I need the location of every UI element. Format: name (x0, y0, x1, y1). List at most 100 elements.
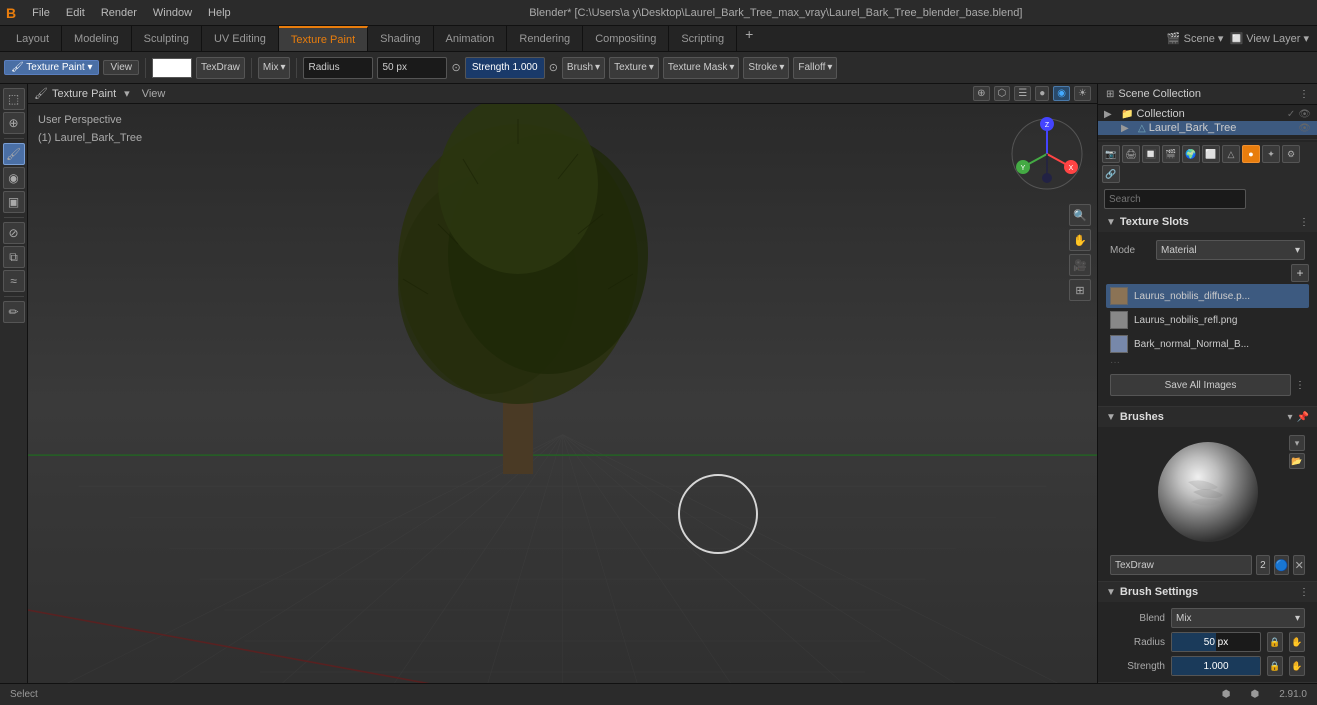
brush-dropdown[interactable]: Brush ▾ (562, 57, 605, 79)
strength-pressure-btn[interactable]: ✋ (1289, 656, 1305, 676)
tab-shading[interactable]: Shading (368, 26, 433, 51)
strength-icon[interactable]: ⊙ (549, 61, 558, 74)
tab-layout[interactable]: Layout (4, 26, 62, 51)
brushes-options[interactable]: ▾ (1288, 412, 1293, 423)
viewport-view-label[interactable]: View (142, 88, 166, 100)
brushes-header[interactable]: ▼ Brushes ▾ 📌 (1098, 407, 1317, 427)
brush-settings-header[interactable]: ▼ Brush Settings ⋮ (1098, 582, 1317, 602)
prop-icon-mesh[interactable]: △ (1222, 145, 1240, 163)
viewport-dropdown-arrow[interactable]: ▾ (124, 87, 130, 100)
prop-icon-constraints[interactable]: 🔗 (1102, 165, 1120, 183)
radius-input[interactable]: 50 px (377, 57, 447, 79)
texture-slot-refl[interactable]: Laurus_nobilis_refl.png (1106, 308, 1309, 332)
radius-icon[interactable]: ⊙ (451, 61, 460, 74)
tab-texture-paint[interactable]: Texture Paint (279, 26, 368, 51)
tab-compositing[interactable]: Compositing (583, 26, 669, 51)
brushes-pin[interactable]: 📌 (1297, 412, 1309, 423)
prop-icon-output[interactable]: 🖨 (1122, 145, 1140, 163)
lt-erase[interactable]: ⊘ (3, 222, 25, 244)
save-options-btn[interactable]: ⋮ (1295, 380, 1305, 391)
viewport-shading-material[interactable]: ◉ (1053, 86, 1070, 101)
lt-draw-brush[interactable]: 🖌 (3, 143, 25, 165)
mode-dropdown[interactable]: Material ▾ (1156, 240, 1305, 260)
texture-slots-header[interactable]: ▼ Texture Slots ⋮ (1098, 212, 1317, 232)
tab-modeling[interactable]: Modeling (62, 26, 132, 51)
grid-btn[interactable]: ⊞ (1069, 279, 1091, 301)
blend-value-dropdown[interactable]: Mix ▾ (1171, 608, 1305, 628)
texture-slot-normal[interactable]: Bark_normal_Normal_B... (1106, 332, 1309, 356)
collection-visible[interactable]: 👁 (1298, 109, 1311, 120)
properties-search[interactable] (1104, 189, 1246, 209)
save-all-images-btn[interactable]: Save All Images (1110, 374, 1291, 396)
texture-dropdown[interactable]: Texture ▾ (609, 57, 659, 79)
color-swatch[interactable] (152, 58, 192, 78)
brush-browse-btn[interactable]: 📂 (1289, 453, 1305, 469)
nav-gizmo[interactable]: Z X Y (1007, 114, 1087, 194)
strength-setting-input[interactable]: 1.000 (1171, 656, 1261, 676)
brush-pin-btn[interactable]: 🔵 (1274, 555, 1290, 575)
sc-row-collection[interactable]: ▶ 📁 Collection ✓ 👁 (1098, 107, 1317, 121)
strength-bar[interactable]: Strength 1.000 (465, 57, 545, 79)
camera-btn[interactable]: 🎥 (1069, 254, 1091, 276)
tab-scripting[interactable]: Scripting (669, 26, 737, 51)
lt-fill[interactable]: ◉ (3, 167, 25, 189)
view-layer-dropdown[interactable]: 🔲 View Layer ▾ (1229, 32, 1309, 45)
lt-smear[interactable]: ≈ (3, 270, 25, 292)
radius-setting-input[interactable]: 50 px (1171, 632, 1261, 652)
menu-file[interactable]: File (26, 5, 56, 21)
lt-select-box[interactable]: ⬚ (3, 88, 25, 110)
texture-mask-dropdown[interactable]: Texture Mask ▾ (663, 57, 740, 79)
lt-gradient[interactable]: ▣ (3, 191, 25, 213)
brush-delete-btn[interactable]: ✕ (1293, 555, 1305, 575)
lt-clone[interactable]: ⧉ (3, 246, 25, 268)
stroke-dropdown[interactable]: Stroke ▾ (743, 57, 789, 79)
brush-name-input[interactable] (1110, 555, 1252, 575)
viewport-canvas[interactable]: User Perspective (1) Laurel_Bark_Tree Z … (28, 104, 1097, 683)
viewport-3d[interactable]: 🖌 Texture Paint ▾ View ⊕ ⬡ ☰ ● ◉ ☀ (28, 84, 1097, 683)
tab-animation[interactable]: Animation (434, 26, 508, 51)
menu-edit[interactable]: Edit (60, 5, 91, 21)
viewport-shading-wire[interactable]: ☰ (1014, 86, 1031, 101)
add-texture-btn[interactable]: + (1291, 264, 1309, 282)
viewport-overlay-btn[interactable]: ⬡ (994, 86, 1011, 101)
scene-collection-options[interactable]: ⋮ (1299, 89, 1309, 100)
radius-pressure-btn[interactable]: ✋ (1289, 632, 1305, 652)
view-menu-btn[interactable]: View (103, 60, 139, 75)
prop-icon-object[interactable]: ⬜ (1202, 145, 1220, 163)
viewport-gizmo-btn[interactable]: ⊕ (973, 86, 989, 101)
viewport-shading-solid[interactable]: ● (1035, 86, 1049, 101)
lt-annotate[interactable]: ✏ (3, 301, 25, 323)
prop-icon-material[interactable]: ● (1242, 145, 1260, 163)
texture-slots-options[interactable]: ⋮ (1299, 217, 1309, 228)
brush-settings-options[interactable]: ⋮ (1299, 587, 1309, 598)
prop-icon-viewlayer[interactable]: 🔲 (1142, 145, 1160, 163)
brush-name-display[interactable]: TexDraw (196, 57, 245, 79)
blend-dropdown[interactable]: Mix ▾ (258, 57, 291, 79)
pan-btn[interactable]: ✋ (1069, 229, 1091, 251)
add-workspace-tab[interactable]: + (737, 26, 761, 51)
prop-icon-physics[interactable]: ⚙ (1282, 145, 1300, 163)
falloff-dropdown[interactable]: Falloff ▾ (793, 57, 837, 79)
menu-render[interactable]: Render (95, 5, 143, 21)
zoom-in-btn[interactable]: 🔍 (1069, 204, 1091, 226)
texture-slot-diffuse[interactable]: Laurus_nobilis_diffuse.p... (1106, 284, 1309, 308)
tab-rendering[interactable]: Rendering (507, 26, 583, 51)
brush-expand-btn[interactable]: ▾ (1289, 435, 1305, 451)
sc-row-tree[interactable]: ▶ △ Laurel_Bark_Tree 👁 (1098, 121, 1317, 135)
tab-sculpting[interactable]: Sculpting (132, 26, 202, 51)
tree-visible[interactable]: 👁 (1298, 123, 1311, 134)
menu-window[interactable]: Window (147, 5, 198, 21)
prop-icon-particles[interactable]: ✦ (1262, 145, 1280, 163)
filter-btn[interactable]: ⊞ (1106, 89, 1114, 100)
strength-lock-btn[interactable]: 🔒 (1267, 656, 1283, 676)
lt-cursor[interactable]: ⊕ (3, 112, 25, 134)
prop-icon-scene[interactable]: 🎬 (1162, 145, 1180, 163)
viewport-shading-rendered[interactable]: ☀ (1074, 86, 1091, 101)
prop-icon-render[interactable]: 📷 (1102, 145, 1120, 163)
radius-lock-btn[interactable]: 🔒 (1267, 632, 1283, 652)
tab-uv-editing[interactable]: UV Editing (202, 26, 279, 51)
scene-dropdown[interactable]: 🎬 Scene ▾ (1167, 32, 1224, 45)
prop-icon-world[interactable]: 🌍 (1182, 145, 1200, 163)
collection-check[interactable]: ✓ (1287, 109, 1295, 120)
menu-help[interactable]: Help (202, 5, 237, 21)
